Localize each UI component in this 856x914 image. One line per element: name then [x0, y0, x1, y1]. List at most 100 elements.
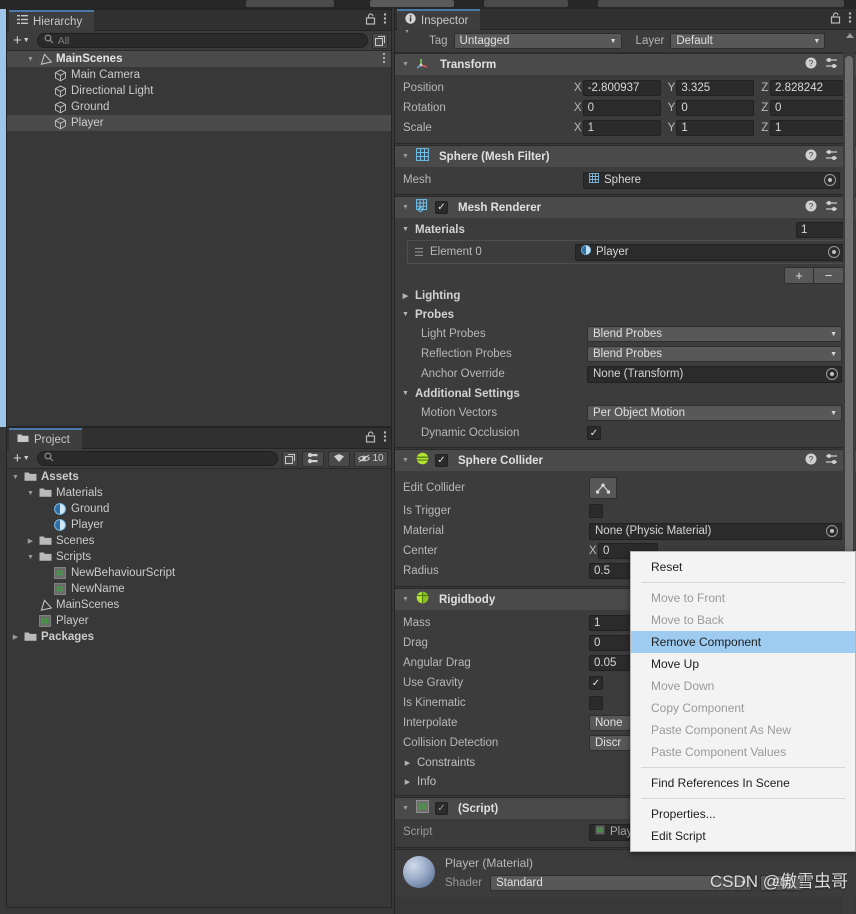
lighting-foldout[interactable]: ▶ Lighting — [401, 286, 848, 305]
project-item-scripts[interactable]: ▼ Scripts — [7, 549, 391, 565]
toolbar-chip[interactable] — [246, 0, 334, 7]
hierarchy-add-button[interactable]: + ▼ — [10, 33, 33, 48]
static-dropdown-icon[interactable]: ▼ — [403, 30, 411, 35]
transform-x-field[interactable]: 0 — [582, 100, 661, 116]
dynamic-occlusion-checkbox[interactable]: ✓ — [587, 426, 601, 440]
project-item-scenes[interactable]: ▶ Scenes — [7, 533, 391, 549]
project-label-filter-button[interactable] — [328, 450, 350, 467]
preset-icon[interactable] — [825, 453, 838, 469]
chevron-down-icon[interactable]: ▼ — [401, 805, 410, 812]
mesh-renderer-enabled-checkbox[interactable]: ✓ — [435, 201, 448, 214]
project-hidden-count-button[interactable]: 10 — [354, 450, 388, 467]
chevron-down-icon[interactable]: ▼ — [11, 474, 20, 481]
hierarchy-item-mainscenes[interactable]: ▼ MainScenes — [7, 51, 391, 67]
object-picker-icon[interactable] — [826, 368, 838, 380]
lock-icon[interactable] — [365, 12, 376, 29]
project-item-ground[interactable]: ▶Ground — [7, 501, 391, 517]
chevron-down-icon[interactable]: ▼ — [26, 490, 35, 497]
project-item-assets[interactable]: ▼ Assets — [7, 469, 391, 485]
lock-icon[interactable] — [830, 11, 841, 28]
project-item-packages[interactable]: ▶ Packages — [7, 629, 391, 645]
kebab-menu-icon[interactable] — [848, 11, 852, 28]
mesh-filter-header[interactable]: ▼ Sphere (Mesh Filter) ? — [395, 146, 856, 167]
transform-y-field[interactable]: 1 — [676, 120, 755, 136]
chevron-down-icon[interactable]: ▼ — [26, 56, 35, 63]
transform-x-field[interactable]: 1 — [582, 120, 661, 136]
probes-foldout[interactable]: ▼ Probes — [401, 305, 848, 324]
transform-header[interactable]: ▼ Transform ? — [395, 54, 856, 75]
chevron-right-icon[interactable]: ▶ — [26, 537, 35, 545]
motion-vectors-dropdown[interactable]: Per Object Motion ▼ — [587, 405, 842, 421]
additional-settings-foldout[interactable]: ▼ Additional Settings — [401, 384, 848, 403]
chevron-down-icon[interactable]: ▼ — [401, 61, 410, 68]
object-picker-icon[interactable] — [828, 246, 840, 258]
project-add-button[interactable]: + ▼ — [10, 451, 33, 466]
object-picker-icon[interactable] — [824, 174, 836, 186]
help-icon[interactable]: ? — [805, 149, 817, 165]
project-search-input[interactable] — [36, 451, 278, 466]
transform-z-field[interactable]: 0 — [770, 100, 848, 116]
sphere-collider-enabled-checkbox[interactable]: ✓ — [435, 454, 448, 467]
materials-foldout[interactable]: ▼ Materials — [401, 220, 796, 239]
use-gravity-checkbox[interactable]: ✓ — [589, 676, 603, 690]
hierarchy-item-ground[interactable]: ▶Ground — [7, 99, 391, 115]
mesh-renderer-header[interactable]: ▼ ✓ Mesh Renderer ? — [395, 197, 856, 218]
drag-handle-icon[interactable]: ☰ — [410, 246, 430, 259]
collider-material-field[interactable]: None (Physic Material) — [589, 522, 842, 540]
menu-item-remove-component[interactable]: Remove Component — [631, 631, 855, 653]
toolbar-chip[interactable] — [370, 0, 454, 7]
menu-item-properties[interactable]: Properties... — [631, 803, 855, 825]
chevron-down-icon[interactable]: ▼ — [401, 153, 410, 160]
tab-project[interactable]: Project — [9, 428, 82, 449]
menu-item-find-references-in-scene[interactable]: Find References In Scene — [631, 772, 855, 794]
tag-dropdown[interactable]: Untagged ▼ — [453, 33, 622, 49]
materials-count-field[interactable]: 1 — [796, 221, 844, 238]
project-item-newbehaviourscript[interactable]: ▶NewBehaviourScript — [7, 565, 391, 581]
remove-material-button[interactable]: − — [814, 266, 844, 284]
toolbar-chip[interactable] — [598, 0, 844, 7]
edit-collider-button[interactable] — [589, 477, 617, 499]
scene-kebab-menu-icon[interactable] — [382, 52, 386, 67]
project-type-filter-button[interactable] — [302, 450, 324, 467]
project-save-search-button[interactable] — [282, 450, 298, 467]
menu-item-edit-script[interactable]: Edit Script — [631, 825, 855, 847]
script-enabled-checkbox[interactable]: ✓ — [435, 802, 448, 815]
chevron-right-icon[interactable]: ▶ — [11, 633, 20, 641]
hierarchy-item-directional-light[interactable]: ▶Directional Light — [7, 83, 391, 99]
transform-z-field[interactable]: 1 — [770, 120, 848, 136]
sphere-collider-header[interactable]: ▼ ✓ Sphere Collider ? — [395, 450, 856, 471]
help-icon[interactable]: ? — [805, 200, 817, 216]
chevron-down-icon[interactable]: ▼ — [401, 204, 410, 211]
anchor-override-field[interactable]: None (Transform) — [587, 365, 842, 383]
reflection-probes-dropdown[interactable]: Blend Probes ▼ — [587, 346, 842, 362]
mesh-object-field[interactable]: Sphere — [583, 171, 840, 189]
chevron-down-icon[interactable]: ▼ — [401, 457, 410, 464]
is-trigger-checkbox[interactable] — [589, 504, 603, 518]
object-picker-icon[interactable] — [826, 525, 838, 537]
project-item-player[interactable]: ▶Player — [7, 517, 391, 533]
tab-inspector[interactable]: Inspector — [397, 9, 481, 30]
kebab-menu-icon[interactable] — [383, 430, 387, 447]
lock-icon[interactable] — [365, 430, 376, 447]
transform-y-field[interactable]: 3.325 — [676, 80, 755, 96]
transform-x-field[interactable]: -2.800937 — [582, 80, 661, 96]
hierarchy-item-player[interactable]: ▶Player — [7, 115, 391, 131]
scroll-up-arrow-icon[interactable] — [846, 33, 854, 38]
layer-dropdown[interactable]: Default ▼ — [670, 33, 826, 49]
hierarchy-search-input[interactable]: All — [36, 33, 368, 48]
transform-z-field[interactable]: 2.828242 — [770, 80, 848, 96]
preset-icon[interactable] — [825, 200, 838, 216]
is-kinematic-checkbox[interactable] — [589, 696, 603, 710]
project-item-mainscenes[interactable]: ▶MainScenes — [7, 597, 391, 613]
tab-hierarchy[interactable]: Hierarchy — [9, 10, 95, 31]
preset-icon[interactable] — [825, 57, 838, 73]
kebab-menu-icon[interactable] — [383, 12, 387, 29]
menu-item-reset[interactable]: Reset — [631, 556, 855, 578]
project-item-materials[interactable]: ▼ Materials — [7, 485, 391, 501]
preset-icon[interactable] — [825, 149, 838, 165]
help-icon[interactable]: ? — [805, 453, 817, 469]
help-icon[interactable]: ? — [805, 57, 817, 73]
element-object-field[interactable]: Player — [575, 243, 844, 261]
light-probes-dropdown[interactable]: Blend Probes ▼ — [587, 326, 842, 342]
hierarchy-item-main-camera[interactable]: ▶Main Camera — [7, 67, 391, 83]
